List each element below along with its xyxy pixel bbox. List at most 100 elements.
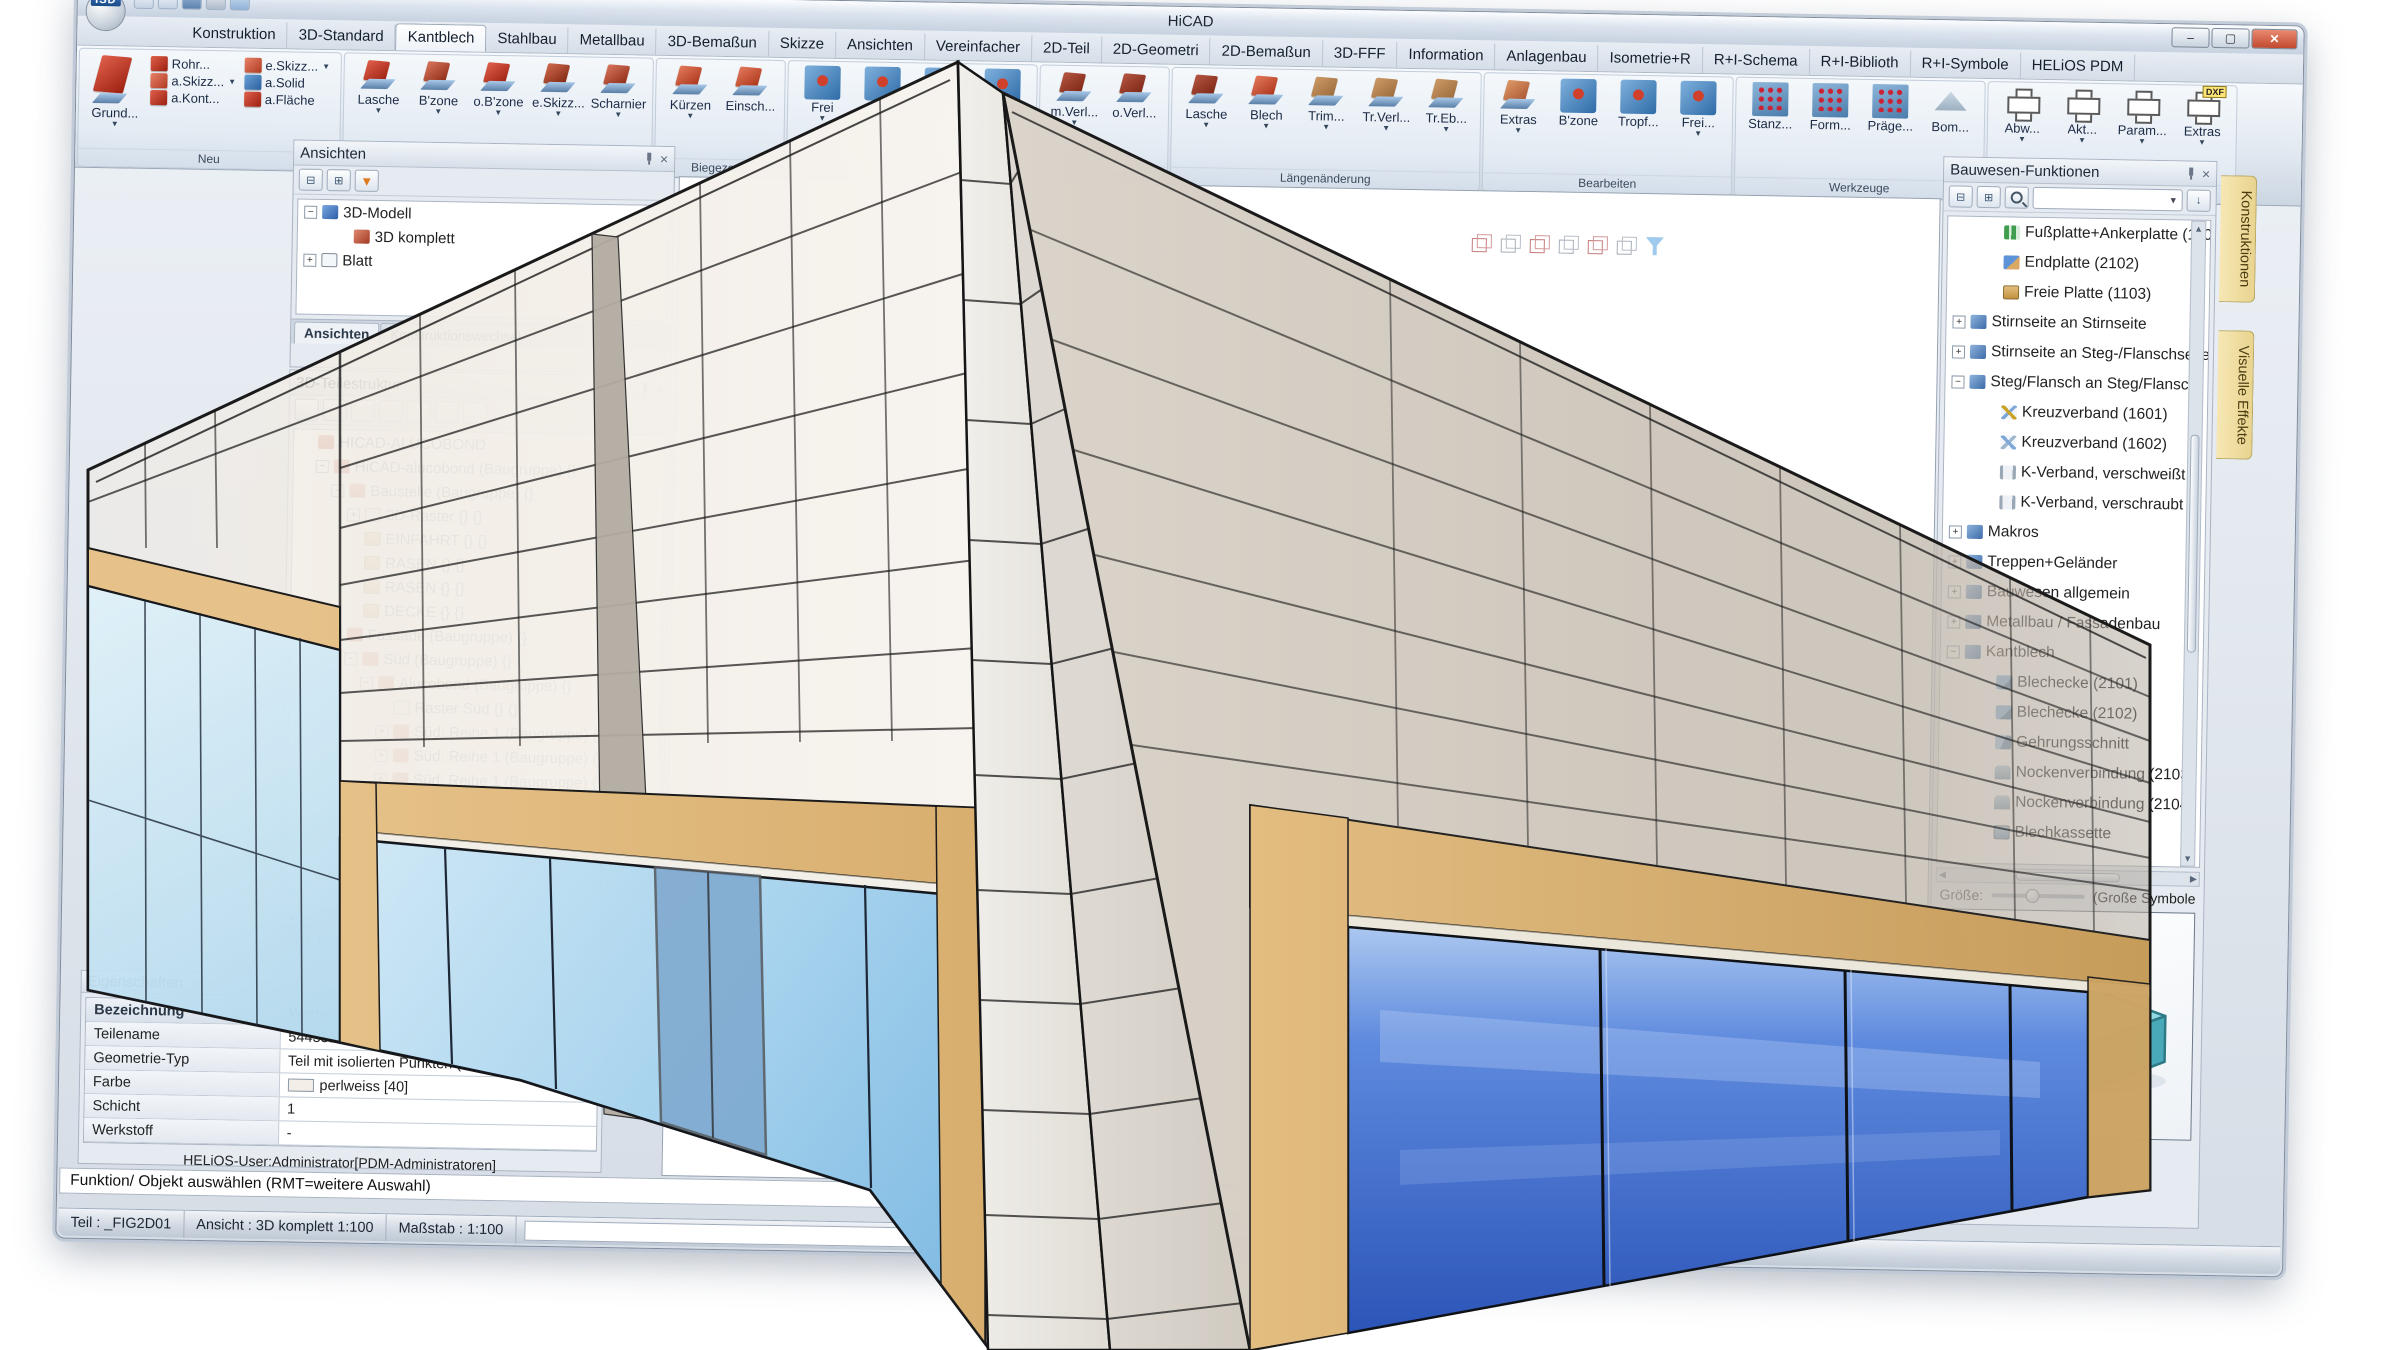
tree-item[interactable]: Nockenverbindung (2104) (1938, 786, 2200, 821)
ribbon-tab[interactable]: Anlagenbau (1495, 43, 1599, 71)
ribbon-item[interactable]: DXF Extras▼ (2172, 88, 2233, 147)
tree-item[interactable]: K-Verband, verschweißt (1944, 456, 2206, 491)
ribbon-tab[interactable]: Stahlbau (486, 26, 569, 53)
ribbon-item[interactable]: m.Verl...▼ (1044, 69, 1105, 128)
expander-icon[interactable] (1978, 675, 1991, 688)
tree-item[interactable]: + Makros (1943, 516, 2205, 551)
expander-icon[interactable] (1986, 226, 1999, 239)
ribbon-item[interactable]: Kürzen▼ (660, 62, 721, 121)
ribbon-item[interactable]: Frei▼ (792, 64, 853, 123)
ribbon-item[interactable]: o.Verl...▼ (1104, 70, 1165, 129)
view-tool-icon[interactable] (1646, 237, 1666, 255)
symbol-size-slider[interactable] (1991, 893, 2085, 899)
expander-icon[interactable] (346, 556, 359, 569)
quick-access-icon[interactable] (182, 0, 202, 10)
ribbon-tab[interactable]: R+I-Schema (1703, 47, 1810, 75)
structure-tool-icon[interactable] (295, 399, 319, 421)
tree-item[interactable]: + Bauwesen allgemein (1942, 576, 2204, 611)
expander-icon[interactable]: + (1948, 555, 1961, 568)
tree-item[interactable]: + Stirnseite an Stirnseite (1946, 306, 2208, 341)
view-tool-icon[interactable] (1501, 235, 1521, 253)
structure-tool-icon[interactable] (379, 400, 403, 422)
quick-access-icon[interactable] (158, 0, 178, 9)
ribbon-item[interactable]: Lasche ▼ (348, 56, 409, 115)
expand-tree-icon[interactable]: ⊞ (327, 169, 351, 191)
expander-icon[interactable] (375, 700, 388, 713)
ribbon-tab[interactable]: Ansichten (836, 32, 925, 60)
ribbon-item[interactable]: Lasche▼ (1176, 71, 1237, 130)
scrollbar-thumb[interactable] (398, 915, 545, 927)
ribbon-item[interactable]: Form...▼ (1800, 82, 1861, 141)
expander-icon[interactable]: − (304, 205, 317, 218)
ribbon-tab[interactable]: Kantblech (395, 23, 486, 52)
tree-item[interactable]: Kreuzverband (1601) (1945, 396, 2207, 431)
pin-icon[interactable] (640, 383, 650, 395)
tree-item[interactable]: Blechecke (2102) (1939, 696, 2201, 731)
ribbon-item[interactable]: Scharnier ▼ (588, 61, 649, 120)
ribbon-tab[interactable]: 2D-Teil (1032, 35, 1102, 62)
ribbon-item[interactable]: Stanz...▼ (1740, 81, 1801, 140)
expander-icon[interactable] (1981, 495, 1994, 508)
ribbon-tab[interactable]: Konstruktion (181, 20, 288, 48)
expander-icon[interactable] (1976, 825, 1989, 838)
tree-item[interactable]: Kreuzverband (1602) (1944, 426, 2206, 461)
structure-tool-icon[interactable] (351, 399, 375, 421)
expander-icon[interactable] (1985, 256, 1998, 269)
expander-icon[interactable]: + (373, 820, 386, 833)
ribbon-item[interactable]: Trim...▼ (1296, 73, 1357, 132)
expander-icon[interactable] (345, 604, 358, 617)
panel-tab[interactable]: 3D-Teilestruktur (399, 930, 522, 954)
expander-icon[interactable] (346, 532, 359, 545)
pin-icon[interactable] (2186, 167, 2196, 179)
ribbon-item[interactable]: o.B'zone ▼ (468, 59, 529, 118)
ribbon-item[interactable]: a.Skizz... ▼ (147, 72, 239, 91)
ribbon-tab[interactable]: 2D-Geometri (1102, 37, 1211, 65)
expander-icon[interactable] (1978, 705, 1991, 718)
expander-icon[interactable]: + (356, 892, 369, 905)
tree-item[interactable]: Freie Platte (1103) (1947, 276, 2209, 311)
tree-item[interactable]: − Steg/Flansch an Steg/Flansch (1945, 366, 2207, 401)
tree-item[interactable]: Endplatte (2102) (1947, 246, 2209, 281)
close-panel-icon[interactable]: × (660, 153, 668, 165)
view-tool-icon[interactable] (1588, 236, 1608, 254)
ribbon-tab[interactable]: 3D-Bemaßun (656, 29, 769, 57)
ribbon-tab[interactable]: R+I-Symbole (1910, 51, 2021, 79)
expander-icon[interactable] (336, 230, 349, 243)
ribbon-item[interactable]: Akt...▼ (2052, 86, 2113, 145)
ribbon-item[interactable]: Einsch...▼ (720, 63, 781, 122)
expander-icon[interactable]: + (1949, 525, 1962, 538)
expander-icon[interactable]: + (374, 772, 387, 785)
quick-access-icon[interactable] (206, 0, 226, 10)
side-tab[interactable]: Visuelle Effekte (2216, 330, 2254, 460)
expander-icon[interactable] (1977, 765, 1990, 778)
status-input[interactable] (524, 1220, 1084, 1250)
expander-icon[interactable]: + (1952, 345, 1965, 358)
expander-icon[interactable]: + (303, 253, 316, 266)
view-tool-icon[interactable] (1530, 235, 1550, 253)
tree-item[interactable]: + Metallbau / Fassadenbau (1941, 606, 2203, 641)
view-tool-icon[interactable] (1617, 237, 1637, 255)
structure-tool-icon[interactable] (323, 399, 347, 421)
ribbon-item[interactable]: B'zone▼ (1548, 77, 1609, 136)
expander-icon[interactable] (346, 580, 359, 593)
expander-icon[interactable]: − (360, 676, 373, 689)
ribbon-item[interactable]: Rund▼ (972, 67, 1033, 126)
expander-icon[interactable] (1977, 735, 1990, 748)
panel-tab[interactable]: Konstruktionswechsel (380, 323, 531, 348)
minimize-button[interactable]: – (2171, 27, 2209, 48)
pin-icon[interactable] (644, 153, 654, 165)
tree-item[interactable]: Fußplatte+Ankerplatte (1101) (1948, 216, 2210, 251)
expander-icon[interactable]: + (357, 844, 370, 857)
slider-thumb[interactable] (2025, 889, 2039, 903)
ribbon-tab[interactable]: 2D-Bemaßun (1210, 38, 1323, 66)
close-panel-icon[interactable]: × (2202, 168, 2210, 180)
tree-item[interactable]: Blechecke (2101) (1940, 666, 2202, 701)
tree-item[interactable]: − Kantblech (1941, 636, 2203, 671)
ribbon-item[interactable]: a.Fläche ▼ (241, 91, 333, 110)
ribbon-item[interactable]: Rohr... ▼ (148, 55, 240, 74)
arrow-down-orange-icon[interactable]: ▼ (355, 170, 379, 192)
collapse-tree-icon[interactable]: ⊟ (299, 169, 323, 191)
expander-icon[interactable]: + (1948, 585, 1961, 598)
view-tool-icon[interactable] (1559, 236, 1579, 254)
ribbon-item[interactable]: Tropf...▼ (1608, 78, 1669, 137)
